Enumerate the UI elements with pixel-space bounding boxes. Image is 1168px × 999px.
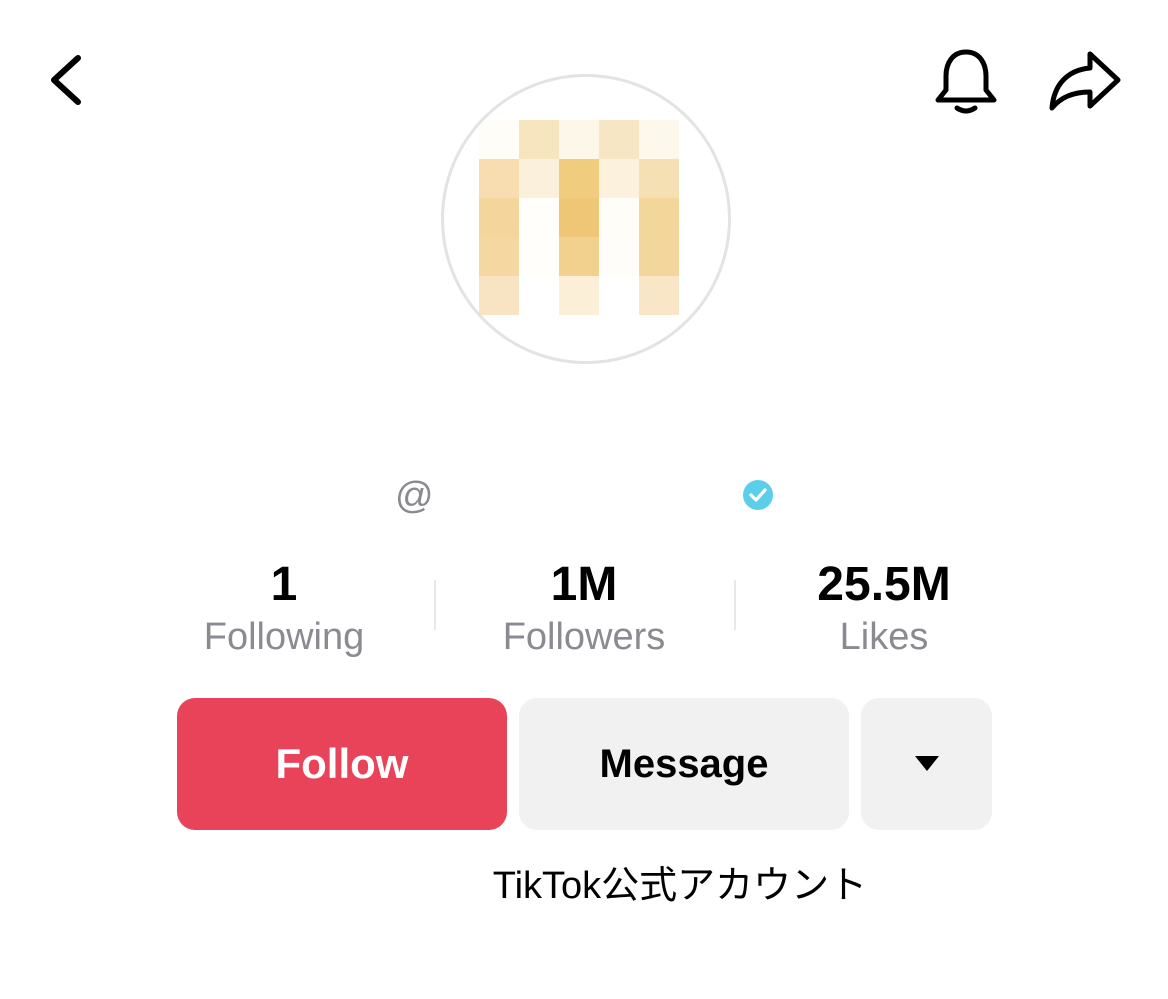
stat-divider: [434, 580, 436, 630]
profile-avatar[interactable]: [441, 74, 731, 364]
likes-count: 25.5M: [817, 558, 951, 611]
message-button[interactable]: Message: [519, 698, 849, 830]
share-arrow-icon: [1049, 51, 1121, 111]
following-count: 1: [270, 558, 298, 611]
likes-label: Likes: [839, 616, 929, 658]
stat-following[interactable]: 1 Following: [184, 556, 384, 660]
chevron-left-icon: [51, 55, 81, 105]
verified-check-icon: [743, 480, 773, 510]
share-button[interactable]: [1046, 46, 1126, 116]
back-button[interactable]: [40, 48, 100, 112]
pixelated-avatar: [479, 120, 679, 316]
notification-button[interactable]: [930, 44, 1002, 118]
stat-likes[interactable]: 25.5M Likes: [784, 556, 984, 660]
followers-label: Followers: [502, 616, 666, 658]
followers-count: 1M: [550, 558, 618, 611]
username-row: @: [395, 474, 795, 518]
caret-down-icon: [914, 756, 939, 771]
profile-bio: TikTok公式アカウント: [492, 865, 868, 907]
bell-icon: [935, 49, 997, 114]
follow-button[interactable]: Follow: [177, 698, 507, 830]
following-label: Following: [203, 616, 365, 658]
username-at-symbol: @: [395, 475, 434, 517]
more-options-button[interactable]: [861, 698, 992, 830]
stat-divider: [734, 580, 736, 630]
stat-followers[interactable]: 1M Followers: [484, 556, 684, 660]
